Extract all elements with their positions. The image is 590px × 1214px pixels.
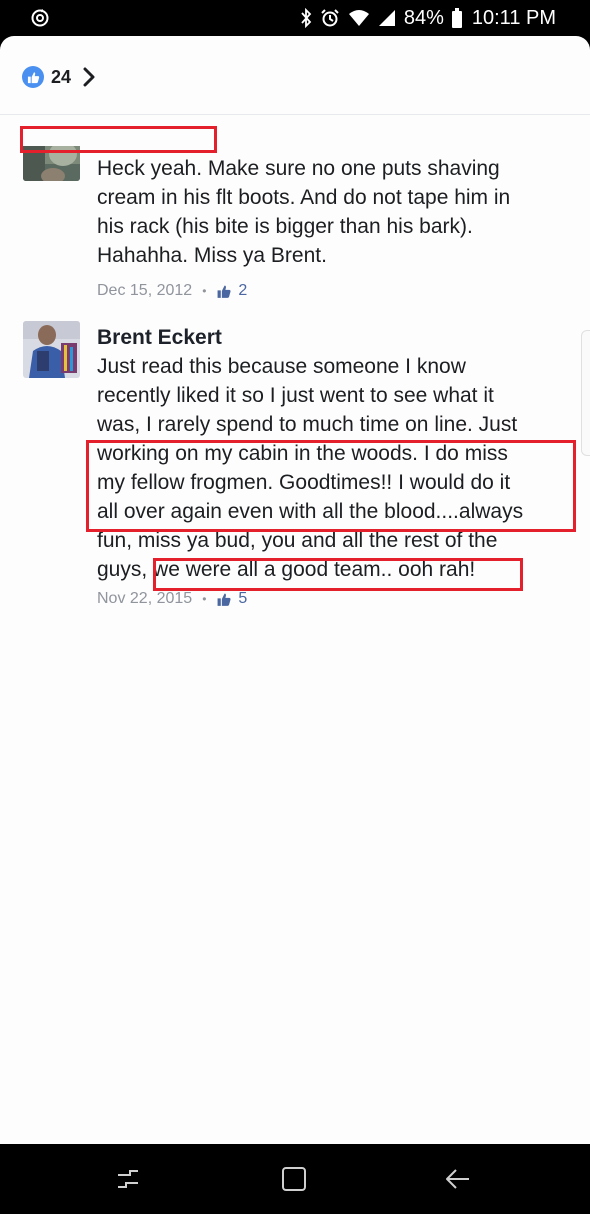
comment-line: Heck yeah. Make sure no one puts shaving — [97, 157, 500, 180]
avatar[interactable] — [23, 146, 80, 181]
comment-line: guys, we were all a good team.. ooh rah! — [97, 558, 476, 581]
comment-line: his rack (his bite is bigger than his ba… — [97, 215, 473, 238]
sync-icon — [31, 9, 49, 27]
bluetooth-icon — [301, 8, 312, 28]
comment-date[interactable]: Nov 22, 2015 — [97, 590, 192, 608]
home-icon[interactable] — [278, 1165, 310, 1193]
comment-line: Hahahha. Miss ya Brent. — [97, 244, 327, 267]
status-bar: 84% 10:11 PM — [0, 0, 590, 36]
recent-apps-icon[interactable] — [112, 1165, 144, 1193]
thumbs-up-icon — [217, 593, 231, 606]
back-icon[interactable] — [442, 1165, 474, 1193]
meta-separator: • — [202, 592, 207, 606]
comment-body: Brent Eckert Just read this because some… — [97, 323, 567, 611]
comment-line: working on my cabin in the woods. I do m… — [97, 442, 508, 465]
comment-text: Just read this because someone I know re… — [97, 352, 567, 584]
avatar[interactable] — [23, 321, 80, 378]
thumbs-up-icon — [217, 285, 231, 298]
screen: 84% 10:11 PM 24 Heck yeah. Make sure no … — [0, 0, 590, 1214]
battery-percentage: 84% — [403, 6, 444, 29]
comment-author[interactable]: Brent Eckert — [97, 323, 567, 352]
battery-icon — [451, 8, 462, 28]
comment-text: Heck yeah. Make sure no one puts shaving… — [97, 154, 567, 270]
status-clock: 10:11 PM — [471, 6, 556, 29]
comment-line: my fellow frogmen. Goodtimes!! I would d… — [97, 471, 511, 494]
comment-like-count[interactable]: 2 — [238, 282, 247, 300]
comment-line: cream in his flt boots. And do not tape … — [97, 186, 511, 209]
comment-body: Heck yeah. Make sure no one puts shaving… — [97, 154, 567, 303]
like-icon — [22, 66, 44, 88]
scroll-indicator[interactable] — [581, 330, 590, 456]
comment-line: was, I rarely spend to much time on line… — [97, 413, 518, 436]
comments-sheet: 24 Heck yeah. Make sure no one puts shav… — [0, 36, 590, 1144]
header-divider — [0, 114, 590, 115]
comment-line: fun, miss ya bud, you and all the rest o… — [97, 529, 498, 552]
comment-meta: Nov 22, 2015 • 5 — [97, 587, 567, 611]
comment-date[interactable]: Dec 15, 2012 — [97, 282, 192, 300]
wifi-icon — [348, 10, 369, 26]
navigation-bar — [0, 1144, 590, 1214]
chevron-right-icon[interactable] — [83, 67, 95, 87]
meta-separator: • — [202, 284, 207, 298]
reactions-summary[interactable]: 24 — [22, 65, 95, 89]
status-icons: 84% 10:11 PM — [300, 5, 556, 31]
comment-line: all over again even with all the blood..… — [97, 500, 524, 523]
comment-like-count[interactable]: 5 — [238, 590, 247, 608]
comment-line: Just read this because someone I know — [97, 355, 466, 378]
signal-icon — [378, 10, 395, 26]
comment-line: recently liked it so I just went to see … — [97, 384, 494, 407]
alarm-icon — [321, 9, 339, 27]
comment-meta: Dec 15, 2012 • 2 — [97, 279, 567, 303]
reaction-count: 24 — [51, 66, 72, 87]
